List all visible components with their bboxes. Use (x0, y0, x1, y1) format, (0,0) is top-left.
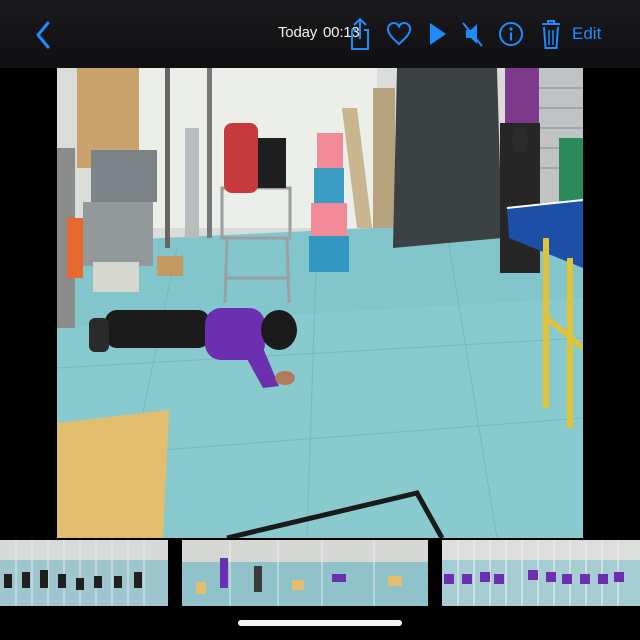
home-indicator[interactable] (238, 620, 402, 626)
play-icon (430, 23, 446, 45)
share-button[interactable] (347, 16, 373, 52)
video-frame[interactable] (57, 68, 583, 538)
video-viewer[interactable] (0, 68, 640, 538)
share-icon (351, 17, 369, 50)
mute-icon (462, 22, 483, 47)
scrubber-segment[interactable] (442, 540, 640, 606)
mute-button[interactable] (460, 16, 486, 52)
info-icon (499, 22, 523, 46)
scrubber-segment[interactable] (182, 540, 428, 606)
title-label: Today (278, 24, 318, 41)
back-button[interactable] (34, 20, 56, 50)
info-button[interactable] (498, 16, 524, 52)
thumbnail-strip (442, 540, 640, 606)
play-button[interactable] (424, 16, 450, 52)
thumbnail-strip (182, 540, 428, 606)
toolbar: Today 00:13 Edit (0, 0, 640, 68)
delete-button[interactable] (538, 16, 564, 52)
back-icon (36, 21, 50, 49)
heart-icon (386, 21, 412, 46)
video-still-image (57, 68, 583, 538)
frame-scrubber[interactable] (0, 540, 640, 606)
scrubber-segment[interactable] (0, 540, 168, 606)
thumbnail-strip (0, 540, 168, 606)
favorite-button[interactable] (386, 16, 412, 52)
edit-button[interactable]: Edit (572, 24, 601, 44)
trash-icon (542, 20, 560, 49)
